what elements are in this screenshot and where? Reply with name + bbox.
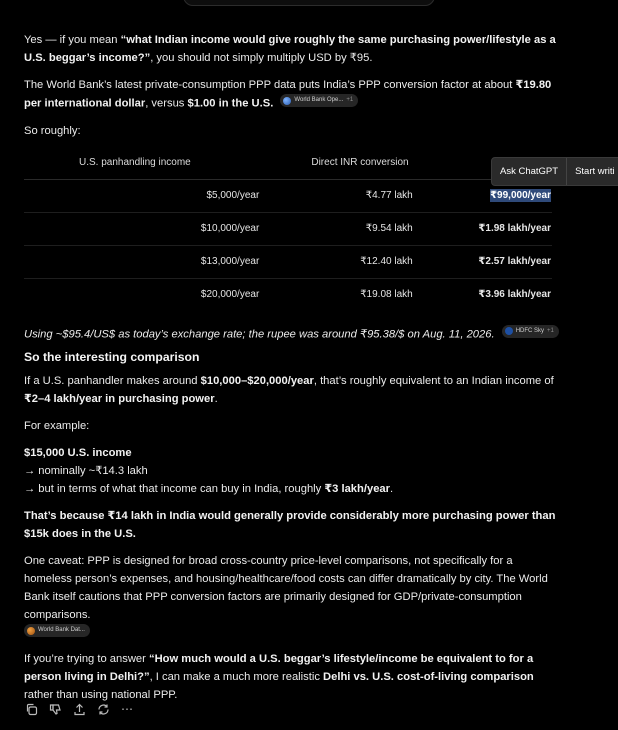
final-text-c: , I can make a much more realistic [149, 670, 324, 683]
selection-popup: Ask ChatGPT Start writi [491, 157, 618, 186]
ppp-text-a: The World Bank’s latest private-consumpt… [24, 79, 516, 91]
panhandler-text-d: ₹2–4 lakh/year in purchasing power [24, 393, 215, 405]
example-label: For example: [24, 420, 90, 432]
example-line-3c: . [390, 483, 394, 495]
ppp-text-c: , versus [145, 97, 188, 110]
intro-paragraph: Yes — if you mean “what Indian income wo… [24, 31, 559, 67]
exchange-note: Using ~$95.4/US$ as today’s exchange rat… [24, 324, 559, 344]
globe-icon [283, 96, 292, 105]
panhandler-text-e: . [214, 393, 218, 405]
panhandler-paragraph: If a U.S. panhandler makes around $10,00… [24, 372, 559, 408]
ppp-paragraph: The World Bank’s latest private-consumpt… [24, 76, 559, 113]
citation-world-bank-data[interactable]: World Bank Dat... [24, 624, 90, 637]
citation-world-bank-open[interactable]: World Bank Ope... +1 [280, 94, 359, 107]
table-row: $5,000/year ₹4.77 lakh ₹99,000/year [24, 179, 552, 213]
final-text-d: Delhi vs. U.S. cost-of-living comparison [323, 670, 534, 683]
table-cell: ₹4.77 lakh [283, 179, 437, 213]
citation-more: +1 [547, 327, 554, 334]
table-header: U.S. panhandling income [24, 146, 284, 180]
example-line-3b: ₹3 lakh/year [324, 483, 390, 495]
example-line-1: $15,000 U.S. income [24, 447, 132, 459]
example-line-2: → nominally ~₹14.3 lakh [24, 465, 148, 477]
message-actions: ⋯ [24, 702, 134, 716]
because-text: That’s because ₹14 lakh in India would g… [24, 510, 556, 540]
table-cell: ₹2.57 lakh/year [436, 245, 552, 279]
selected-text[interactable]: ₹99,000/year [490, 188, 551, 202]
ask-chatgpt-button[interactable]: Ask ChatGPT [492, 158, 566, 185]
thumbs-down-icon[interactable] [48, 702, 62, 716]
share-icon[interactable] [72, 702, 86, 716]
caveat-citation-row: World Bank Dat... [24, 624, 559, 643]
composer-top-edge [183, 0, 435, 6]
because-paragraph: That’s because ₹14 lakh in India would g… [24, 507, 559, 543]
copy-icon[interactable] [24, 702, 38, 716]
intro-text-c: , you should not simply multiply USD by … [150, 52, 373, 64]
table-header-row: U.S. panhandling income Direct INR conve… [24, 146, 552, 180]
final-text-a: If you’re trying to answer [24, 652, 149, 665]
section-heading: So the interesting comparison [24, 350, 200, 364]
table-header: Direct INR conversion [283, 146, 437, 180]
citation-label: World Bank Dat... [38, 627, 85, 633]
intro-text-a: Yes — if you mean [24, 34, 121, 46]
example-block: $15,000 U.S. income → nominally ~₹14.3 l… [24, 444, 559, 498]
so-roughly: So roughly: [24, 124, 81, 137]
exchange-text: Using ~$95.4/US$ as today’s exchange rat… [24, 328, 495, 340]
citation-hdfc-sky[interactable]: HDFC Sky +1 [501, 324, 559, 338]
table-cell: $5,000/year [24, 179, 284, 213]
regenerate-icon[interactable] [96, 702, 110, 716]
table-row: $13,000/year ₹12.40 lakh ₹2.57 lakh/year [24, 245, 552, 279]
table-cell: $20,000/year [200, 288, 260, 300]
table-cell: $13,000/year [24, 245, 284, 279]
table-cell: ₹3.96 lakh/year [478, 288, 551, 300]
caveat-text: One caveat: PPP is designed for broad cr… [24, 555, 548, 621]
panhandler-text-a: If a U.S. panhandler makes around [24, 375, 201, 387]
panhandler-text-c: , that’s roughly equivalent to an Indian… [313, 375, 554, 387]
globe-icon [27, 626, 35, 635]
hdfc-logo-icon [504, 327, 513, 335]
table-cell: ₹19.08 lakh [360, 288, 413, 300]
table-row: $10,000/year ₹9.54 lakh ₹1.98 lakh/year [24, 212, 552, 246]
table-cell: $10,000/year [24, 212, 284, 246]
more-icon[interactable]: ⋯ [120, 702, 134, 716]
conversion-table: U.S. panhandling income Direct INR conve… [24, 146, 552, 311]
caveat-paragraph: One caveat: PPP is designed for broad cr… [24, 552, 559, 624]
assistant-message: Yes — if you mean “what Indian income wo… [24, 31, 559, 704]
ppp-text-d: $1.00 in the U.S. [187, 97, 274, 110]
final-text-e: rather than using national PPP. [24, 688, 178, 701]
table-cell: ₹1.98 lakh/year [436, 212, 552, 246]
table-cell: ₹9.54 lakh [283, 212, 437, 246]
example-line-3a: → but in terms of what that income can b… [24, 483, 325, 495]
start-writing-button[interactable]: Start writi [567, 158, 618, 185]
table-cell: ₹12.40 lakh [283, 245, 437, 279]
citation-more: +1 [346, 97, 354, 103]
panhandler-text-b: $10,000–$20,000/year [200, 375, 314, 387]
citation-label: HDFC Sky [515, 327, 545, 334]
final-paragraph: If you’re trying to answer “How much wou… [24, 650, 559, 704]
citation-label: World Bank Ope... [294, 97, 344, 103]
table-row: $20,000/year ₹19.08 lakh ₹3.96 lakh/year [24, 278, 552, 311]
